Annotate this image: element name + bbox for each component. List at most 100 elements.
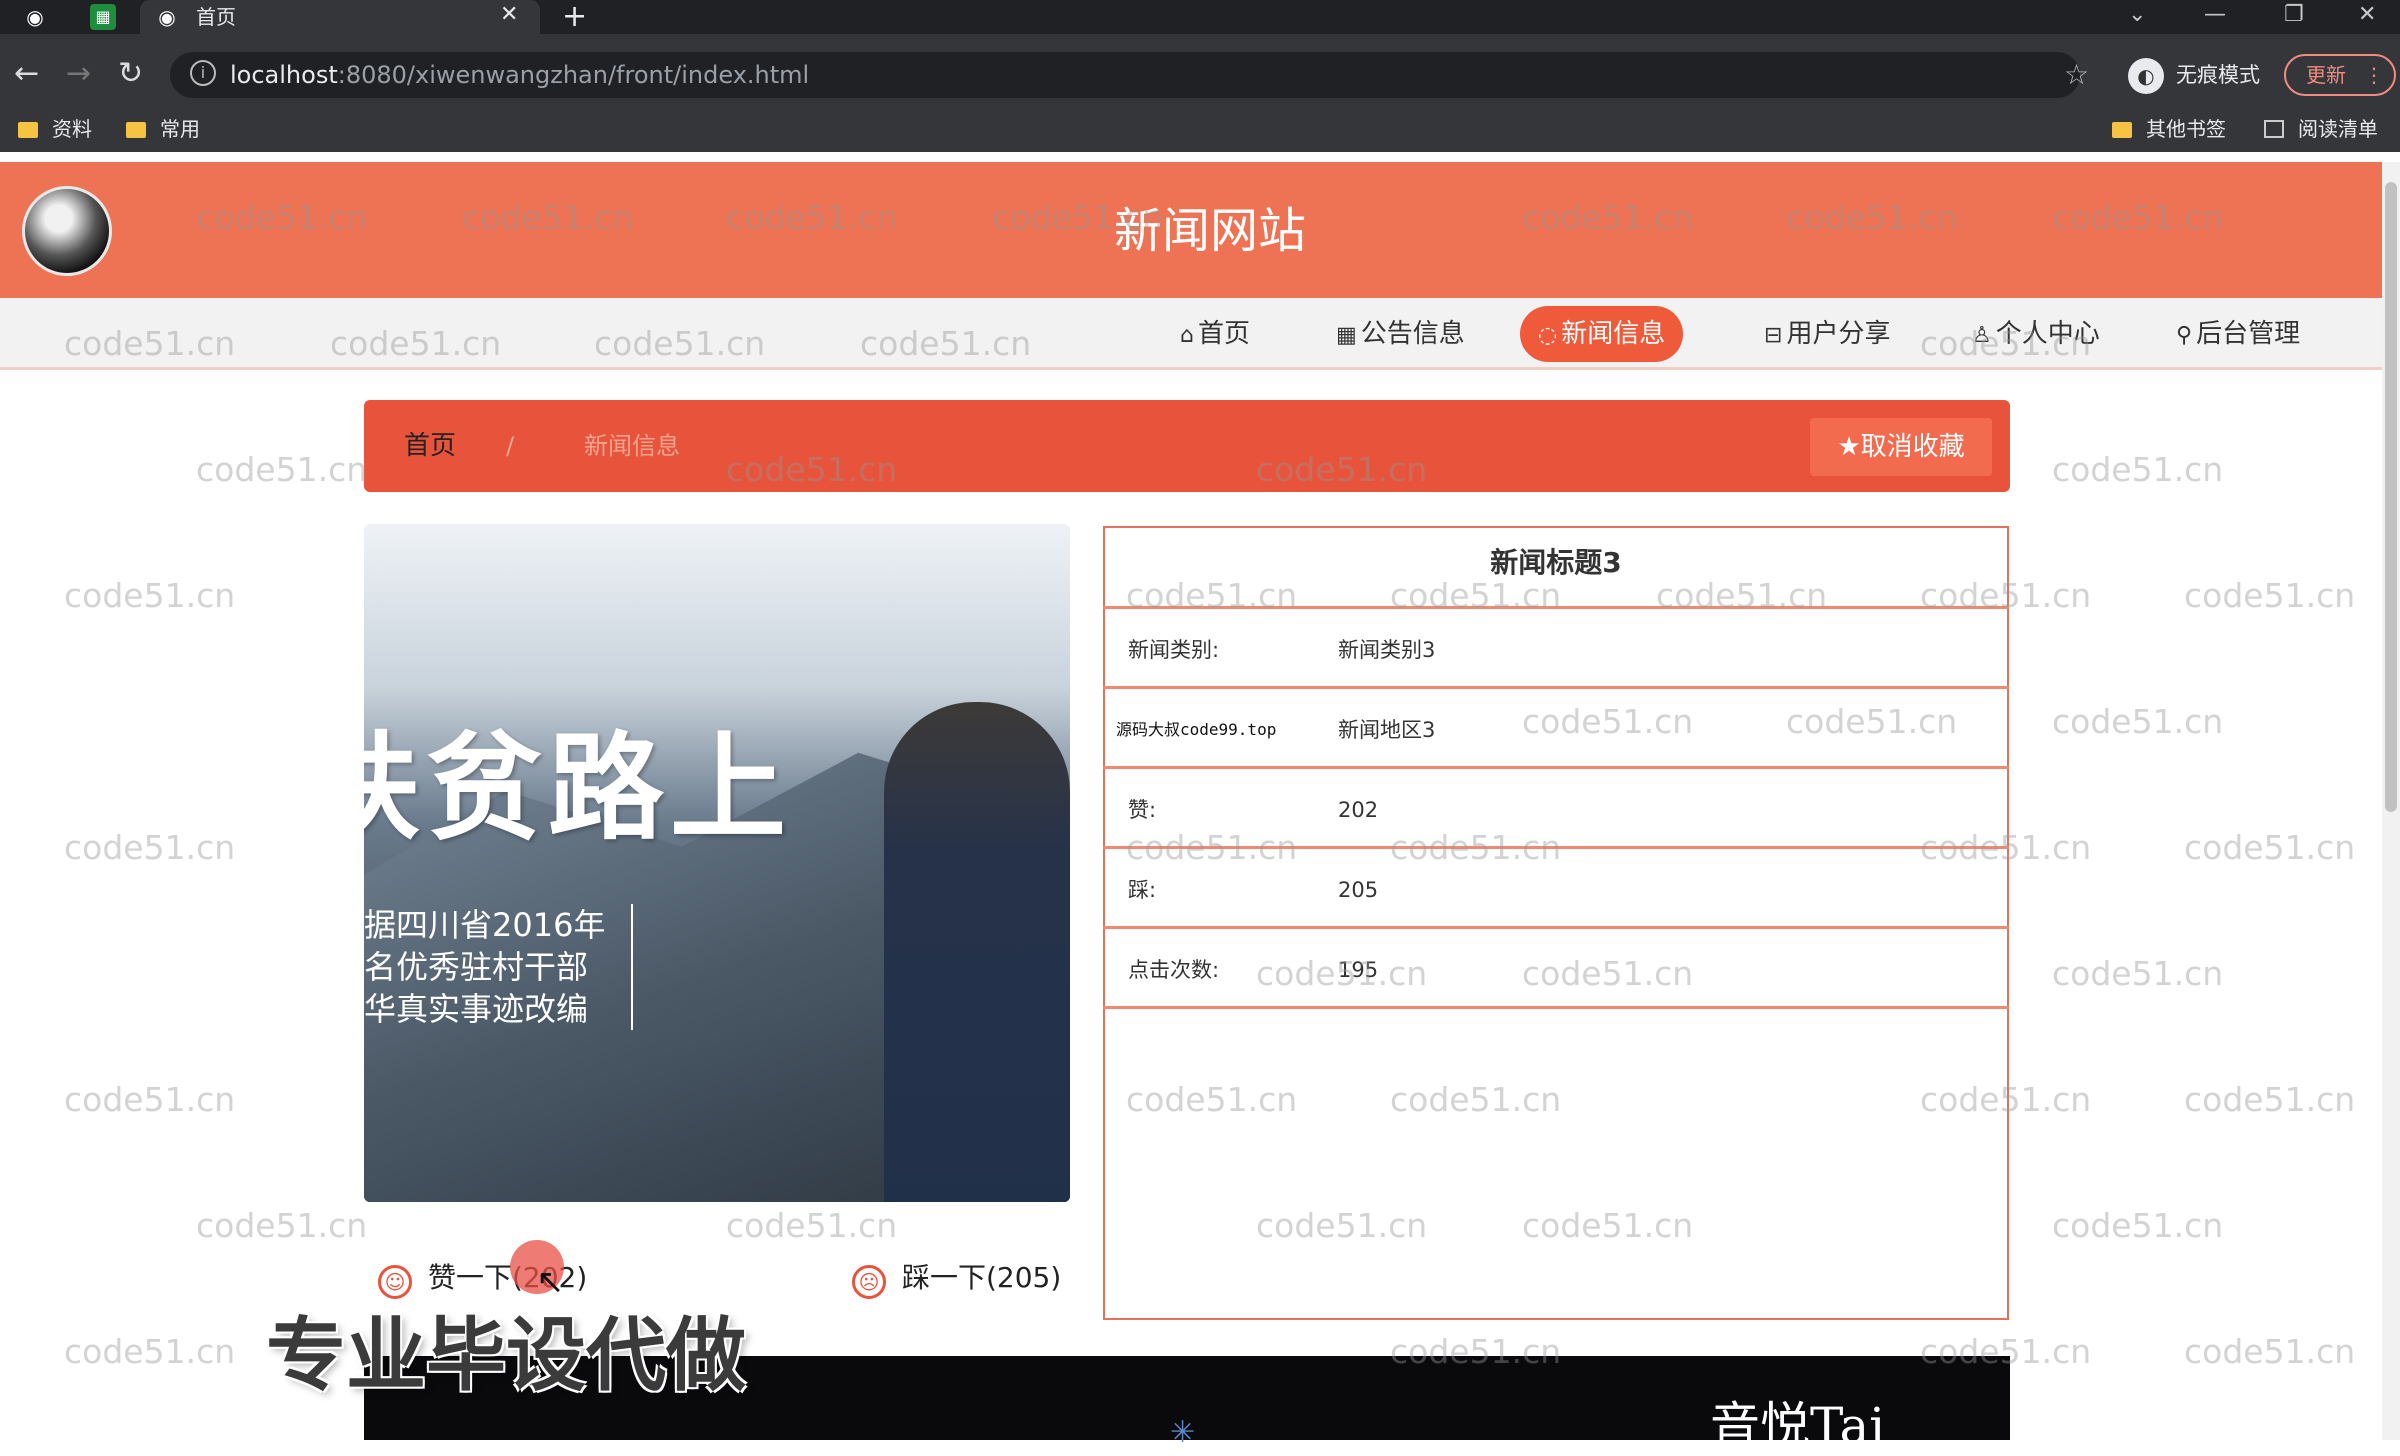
nav-share[interactable]: ⊟ 用户分享 <box>1764 306 1890 362</box>
menu-dots-icon[interactable]: ⋮ <box>2364 56 2384 94</box>
watermark: code51.cn <box>196 1206 368 1245</box>
nav-label: 新闻信息 <box>1561 319 1666 349</box>
breadcrumb-current: 新闻信息 <box>584 432 680 460</box>
watermark: code51.cn <box>2052 450 2224 489</box>
watermark: code51.cn <box>2052 954 2224 993</box>
row-label: 新闻类别: <box>1128 638 1220 662</box>
reading-list[interactable]: 阅读清单 <box>2264 114 2378 144</box>
watermark: code51.cn <box>64 1080 236 1119</box>
watermark: code51.cn <box>2184 828 2356 867</box>
detail-row-divider <box>1103 1006 2009 1009</box>
folder-icon <box>18 122 38 138</box>
nav-news[interactable]: ◌ 新闻信息 <box>1520 306 1684 362</box>
globe-icon: ◉ <box>158 5 176 29</box>
url-host: localhost <box>230 61 338 89</box>
bookmark-label: 资料 <box>52 117 92 141</box>
tab-title: 首页 <box>196 5 236 29</box>
home-icon: ⌂ <box>1180 323 1194 348</box>
site-logo[interactable] <box>22 186 112 276</box>
info-icon[interactable]: i <box>190 60 216 86</box>
caption-line: 名优秀驻村干部 <box>364 948 589 986</box>
close-window-icon[interactable]: ✕ <box>2358 0 2376 30</box>
image-calligraphy: 扶贫路上 <box>364 720 792 856</box>
user-icon: ♙ <box>1972 323 1992 348</box>
footer-logo-icon: ✳ <box>1170 1415 1196 1450</box>
breadcrumb-separator: / <box>506 432 515 460</box>
watermark: code51.cn <box>64 1332 236 1371</box>
breadcrumb-home[interactable]: 首页 <box>404 426 456 466</box>
nav-label: 用户分享 <box>1786 319 1891 349</box>
minimize-icon[interactable]: — <box>2204 0 2226 30</box>
restore-icon[interactable]: ❐ <box>2284 0 2304 30</box>
news-title: 新闻标题3 <box>1490 546 1622 579</box>
watermark: code51.cn <box>2184 1080 2356 1119</box>
frown-icon: ☹ <box>852 1265 886 1299</box>
dislike-button[interactable]: ☹ 踩一下(205) <box>852 1256 1061 1300</box>
new-tab-button[interactable]: + <box>562 0 587 34</box>
back-icon[interactable]: ← <box>14 54 39 94</box>
incognito-label: 无痕模式 <box>2176 63 2260 87</box>
bookmark-label: 常用 <box>160 117 200 141</box>
detail-row-dislikes <box>1103 846 2009 926</box>
watermark: code51.cn <box>196 450 368 489</box>
promo-overlay: 专业毕设代做 <box>266 1309 746 1402</box>
watermark: code51.cn <box>2052 702 2224 741</box>
footer-text: 音悦Tai <box>1710 1397 1886 1455</box>
sheets-tab-icon[interactable]: ▦ <box>90 4 116 30</box>
browser-icon: ◉ <box>26 5 44 29</box>
watermark: code51.cn <box>64 828 236 867</box>
share-icon: ⊟ <box>1764 323 1783 348</box>
row-label: 点击次数: <box>1128 958 1220 982</box>
star-icon: ★ <box>1837 432 1861 462</box>
detail-row-clicks <box>1103 926 2009 1006</box>
incognito-icon[interactable]: ◐ <box>2128 58 2164 94</box>
watermark: code51.cn <box>2052 1206 2224 1245</box>
row-label: 踩: <box>1128 878 1157 902</box>
bookmark-ziliao[interactable]: 资料 <box>18 114 92 144</box>
watermark: code51.cn <box>726 1206 898 1245</box>
dislike-label: 踩一下(205) <box>902 1261 1062 1294</box>
smile-icon: ☺ <box>378 1265 412 1299</box>
nav-home[interactable]: ⌂ 首页 <box>1180 306 1250 362</box>
nav-user-center[interactable]: ♙ 个人中心 <box>1972 306 2100 362</box>
scrollbar-thumb[interactable] <box>2385 182 2397 812</box>
unfavorite-label: 取消收藏 <box>1860 432 1965 462</box>
row-value: 195 <box>1338 958 1379 982</box>
watermark: code51.cn <box>2184 1332 2356 1371</box>
nav-notice[interactable]: ▦ 公告信息 <box>1336 306 1465 362</box>
tab-search-icon[interactable]: ⌄ <box>2128 0 2146 30</box>
nav-label: 个人中心 <box>1995 319 2100 349</box>
site-title: 新闻网站 <box>1113 203 1306 259</box>
watermark: code51.cn <box>64 576 236 615</box>
forward-icon[interactable]: → <box>66 54 91 94</box>
row-value: 202 <box>1338 798 1379 822</box>
news-icon: ◌ <box>1538 323 1558 348</box>
reading-list-label: 阅读清单 <box>2298 117 2378 141</box>
other-bookmarks-label: 其他书签 <box>2146 117 2226 141</box>
nav-label: 后台管理 <box>2196 319 2301 349</box>
row-value: 新闻地区3 <box>1338 718 1436 742</box>
row-value: 205 <box>1338 878 1379 902</box>
other-bookmarks[interactable]: 其他书签 <box>2112 114 2226 144</box>
close-tab-icon[interactable]: ✕ <box>500 2 518 27</box>
notice-icon: ▦ <box>1336 323 1357 348</box>
url-text[interactable]: localhost:8080/xiwenwangzhan/front/index… <box>230 58 809 92</box>
bookmark-star-icon[interactable]: ☆ <box>2064 58 2089 92</box>
detail-row-likes <box>1103 766 2009 846</box>
news-image: 扶贫路上 据四川省2016年 名优秀驻村干部 华真实事迹改编 <box>364 524 1070 1202</box>
reload-icon[interactable]: ↻ <box>118 54 143 94</box>
bookmark-changyong[interactable]: 常用 <box>126 114 200 144</box>
reading-list-icon <box>2264 120 2284 138</box>
image-caption: 据四川省2016年 名优秀驻村干部 华真实事迹改编 <box>364 904 634 1030</box>
mouse-cursor-icon: ↖ <box>536 1262 565 1302</box>
update-button[interactable]: 更新 ⋮ <box>2284 54 2396 96</box>
link-icon: ⚲ <box>2176 323 2193 348</box>
nav-admin[interactable]: ⚲ 后台管理 <box>2176 306 2300 362</box>
unfavorite-button[interactable]: ★取消收藏 <box>1810 418 1992 476</box>
detail-row-category <box>1103 606 2009 686</box>
nav-label: 首页 <box>1197 319 1250 349</box>
row-label: 赞: <box>1128 798 1157 822</box>
caption-line: 据四川省2016年 <box>364 906 606 944</box>
folder-icon <box>2112 122 2132 138</box>
watermark: code51.cn <box>2184 576 2356 615</box>
